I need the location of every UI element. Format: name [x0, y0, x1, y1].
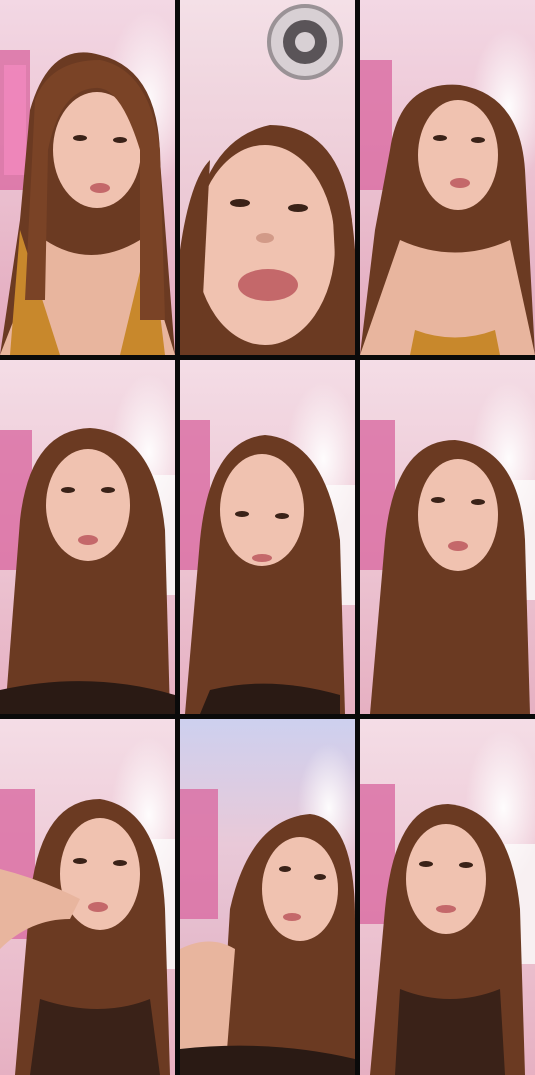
frame-5 [180, 360, 355, 714]
frame-6 [360, 360, 535, 714]
photo-collage-grid [0, 0, 535, 1075]
frame-3 [360, 0, 535, 355]
frame-6-image [360, 360, 535, 714]
frame-4 [0, 360, 175, 714]
frame-8 [180, 719, 355, 1075]
frame-8-image [180, 719, 355, 1075]
frame-1-image [0, 0, 175, 355]
frame-2-image [180, 0, 355, 355]
frame-2 [180, 0, 355, 355]
frame-9-image [360, 719, 535, 1075]
frame-1 [0, 0, 175, 355]
frame-7 [0, 719, 175, 1075]
frame-7-image [0, 719, 175, 1075]
frame-3-image [360, 0, 535, 355]
frame-5-image [180, 360, 355, 714]
frame-4-image [0, 360, 175, 714]
frame-9 [360, 719, 535, 1075]
